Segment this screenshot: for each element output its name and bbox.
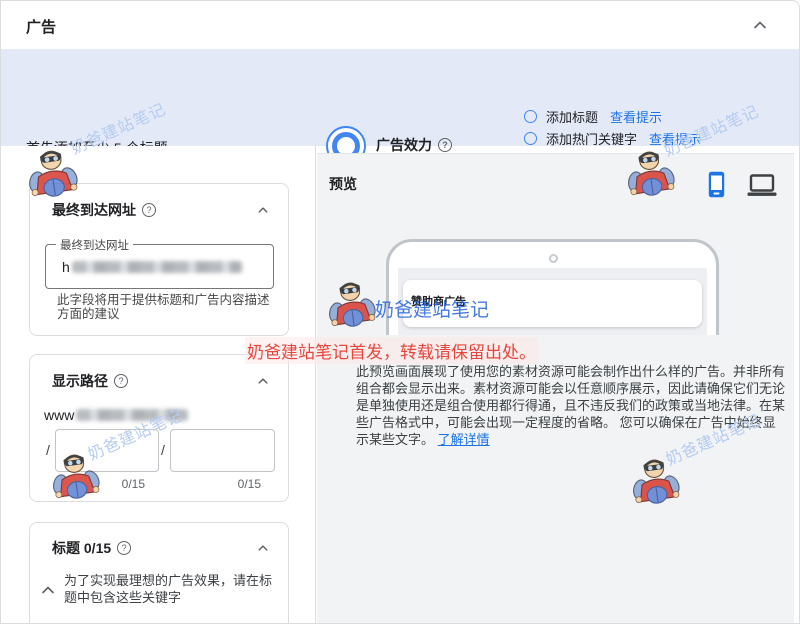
editor-column: 最终到达网址 ? 最终到达网址 h 此字段将用于提供标题和广告内容描述方面的建议 bbox=[1, 146, 316, 624]
path-separator: / bbox=[161, 442, 165, 458]
collapse-card-chevron-icon[interactable] bbox=[254, 201, 272, 219]
final-url-card-title: 最终到达网址 bbox=[52, 200, 136, 220]
panel-title: 广告 bbox=[26, 16, 56, 37]
final-url-card: 最终到达网址 ? 最终到达网址 h 此字段将用于提供标题和广告内容描述方面的建议 bbox=[29, 183, 289, 336]
preview-title: 预览 bbox=[329, 174, 357, 194]
final-url-helper-text: 此字段将用于提供标题和广告内容描述方面的建议 bbox=[57, 294, 275, 321]
view-tips-link[interactable]: 查看提示 bbox=[610, 107, 662, 126]
ad-editor-panel: 广告 首先添加至少 5 个标题 广告效力 ? 未完成 添加标题 查看提示 添加热… bbox=[0, 0, 800, 624]
suggestion-item: 添加热门关键字 查看提示 bbox=[524, 130, 779, 147]
headlines-tip-text: 为了实现最理想的广告效果，请在标题中包含这些关键字 bbox=[64, 573, 276, 606]
collapse-card-chevron-icon[interactable] bbox=[254, 372, 272, 390]
help-icon[interactable]: ? bbox=[142, 203, 156, 217]
suggestion-item: 添加标题 查看提示 bbox=[524, 108, 779, 125]
suggestion-radio-icon[interactable] bbox=[524, 110, 537, 123]
collapse-tip-chevron-icon[interactable] bbox=[38, 580, 58, 600]
desktop-preview-icon[interactable] bbox=[747, 174, 777, 197]
headlines-card-title: 标题 0/15 bbox=[52, 538, 111, 558]
preview-disclaimer: 此预览画面展现了使用您的素材资源可能会制作出什么样的广告。并非所有组合都会显示出… bbox=[356, 363, 786, 448]
ad-strength-banner: 首先添加至少 5 个标题 广告效力 ? 未完成 添加标题 查看提示 添加热门关键… bbox=[1, 49, 799, 146]
final-url-value-prefix: h bbox=[62, 259, 70, 275]
blurred-url-text bbox=[72, 261, 242, 273]
collapse-panel-chevron-icon[interactable] bbox=[750, 15, 770, 35]
suggestion-radio-icon[interactable] bbox=[524, 132, 537, 145]
display-domain-prefix: www bbox=[44, 407, 74, 423]
help-icon[interactable]: ? bbox=[114, 374, 128, 388]
display-path-card-title: 显示路径 bbox=[52, 371, 108, 391]
help-icon[interactable]: ? bbox=[117, 541, 131, 555]
collapse-card-chevron-icon[interactable] bbox=[254, 539, 272, 557]
panel-header: 广告 bbox=[1, 1, 799, 49]
device-mockup: 赞助商广告 bbox=[386, 239, 719, 335]
headlines-card: 标题 0/15 ? 为了实现最理想的广告效果，请在标题中包含这些关键字 bbox=[29, 522, 289, 624]
blurred-domain-text bbox=[76, 409, 188, 421]
final-url-input[interactable]: 最终到达网址 h bbox=[45, 244, 274, 289]
tablet-camera-icon bbox=[549, 254, 558, 263]
display-path-card: 显示路径 ? www / / 0/15 0/15 bbox=[29, 354, 289, 502]
tablet-screen: 赞助商广告 bbox=[398, 268, 707, 335]
editor-body: 最终到达网址 ? 最终到达网址 h 此字段将用于提供标题和广告内容描述方面的建议 bbox=[1, 146, 799, 624]
path-input-1[interactable] bbox=[55, 429, 159, 472]
sponsored-label: 赞助商广告 bbox=[403, 280, 702, 309]
ad-preview-card: 赞助商广告 bbox=[403, 280, 702, 327]
tablet-frame: 赞助商广告 bbox=[386, 239, 719, 335]
mobile-preview-icon[interactable] bbox=[708, 171, 725, 198]
preview-panel: 预览 赞助商广告 bbox=[317, 153, 794, 624]
path-input-2[interactable] bbox=[170, 429, 275, 472]
path-counter-1: 0/15 bbox=[55, 477, 145, 491]
final-url-input-label: 最终到达网址 bbox=[56, 237, 133, 253]
path-counter-2: 0/15 bbox=[170, 477, 261, 491]
learn-more-link[interactable]: 了解详情 bbox=[438, 432, 490, 447]
path-separator: / bbox=[46, 442, 50, 458]
